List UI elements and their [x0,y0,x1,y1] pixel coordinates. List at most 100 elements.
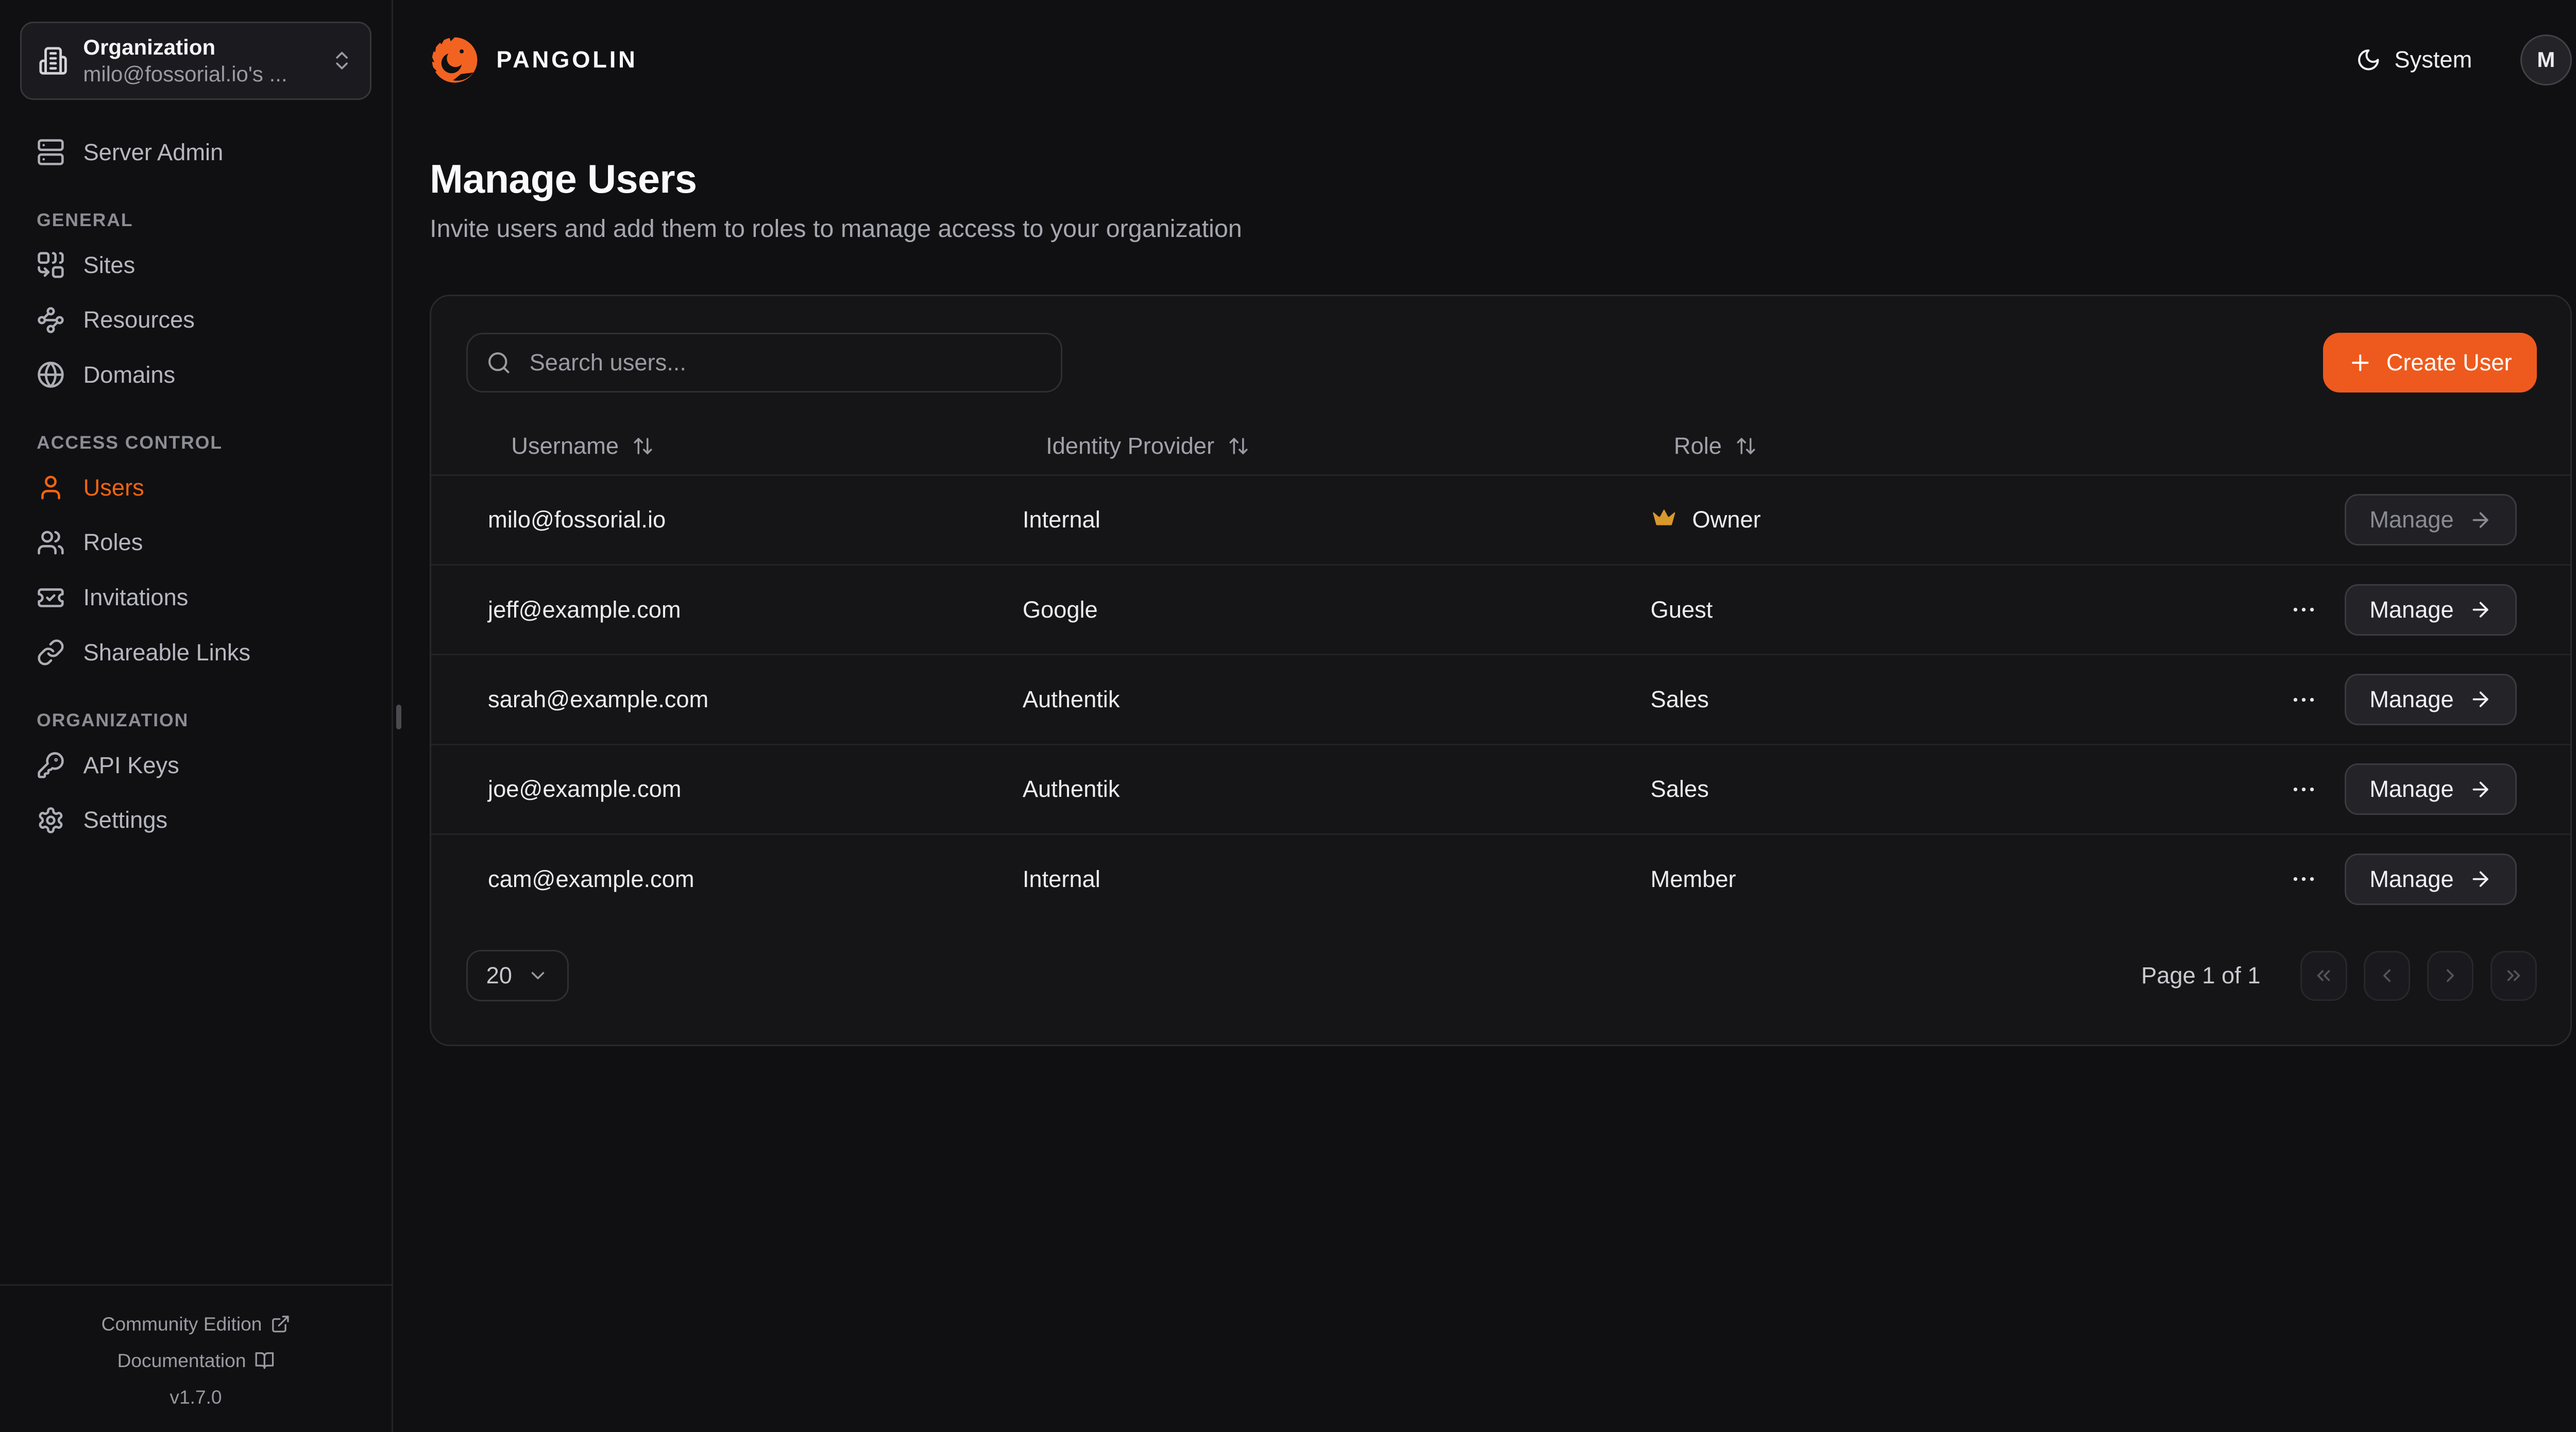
pangolin-logo-icon [430,35,480,85]
cell-role: Guest [1651,565,2150,654]
manage-label: Manage [2369,686,2454,713]
moon-icon [2356,47,2381,72]
link-icon [37,638,65,667]
external-link-icon [270,1314,291,1334]
community-edition-link[interactable]: Community Edition [101,1306,291,1342]
sort-icon [632,435,654,457]
sidebar-nav: Server Admin GENERAL Sites Resources Dom… [20,125,371,847]
avatar[interactable]: M [2520,35,2572,86]
sidebar-item-users[interactable]: Users [20,460,371,515]
arrow-right-icon [2469,688,2492,711]
cell-username: jeff@example.com [431,565,1023,654]
manage-button: Manage [2345,494,2517,545]
page-size-select[interactable]: 20 [466,950,569,1001]
user-icon [37,473,65,502]
previous-page-button[interactable] [2364,951,2411,1001]
cell-username: cam@example.com [431,834,1023,924]
cell-username: milo@fossorial.io [431,475,1023,565]
documentation-link[interactable]: Documentation [117,1342,275,1379]
gear-icon [37,806,65,834]
sidebar-item-label: Roles [83,529,143,556]
waypoints-icon [37,306,65,334]
column-label: Role [1674,433,1722,459]
manage-label: Manage [2369,776,2454,803]
brand[interactable]: PANGOLIN [430,35,638,85]
documentation-label: Documentation [117,1342,246,1379]
main-content: PANGOLIN System M Manage Users Invite us… [393,0,2576,1432]
org-selector[interactable]: Organization milo@fossorial.io's ... [20,22,371,100]
ticket-icon [37,584,65,612]
manage-button[interactable]: Manage [2345,763,2517,815]
sort-identity-provider-header[interactable]: Identity Provider [1046,433,1249,459]
create-user-button[interactable]: Create User [2323,333,2537,393]
topbar-right: System M [2346,35,2572,86]
sidebar-item-invitations[interactable]: Invitations [20,570,371,625]
section-title-access-control: ACCESS CONTROL [20,432,371,453]
sidebar-item-api-keys[interactable]: API Keys [20,738,371,793]
search-box [466,333,1062,393]
search-input[interactable] [526,348,1043,378]
row-menu-button[interactable] [2283,589,2325,630]
first-page-button[interactable] [2300,951,2347,1001]
arrow-right-icon [2469,867,2492,891]
next-page-button[interactable] [2427,951,2474,1001]
page-size-value: 20 [486,962,512,989]
book-open-icon [255,1351,275,1371]
sidebar-resize-handle[interactable] [396,705,401,729]
chevrons-right-icon [2503,965,2524,986]
brand-name: PANGOLIN [496,46,637,73]
pagination-controls: Page 1 of 1 [2141,951,2537,1001]
last-page-button[interactable] [2490,951,2537,1001]
theme-selector-button[interactable]: System [2346,45,2482,75]
role-label: Owner [1692,506,1760,533]
row-menu-button[interactable] [2283,769,2325,810]
ellipsis-icon [2290,775,2318,804]
app-window: Organization milo@fossorial.io's ... Ser… [0,0,2576,1432]
manage-label: Manage [2369,506,2454,533]
page-indicator: Page 1 of 1 [2141,962,2260,989]
column-label: Username [511,433,619,459]
sidebar-item-label: Users [83,474,144,501]
org-selector-label: Organization [83,34,315,61]
table-row: joe@example.com Authentik Sales Manage [431,744,2570,834]
sidebar-item-label: Domains [83,362,176,388]
sort-username-header[interactable]: Username [511,433,654,459]
org-selector-value: milo@fossorial.io's ... [83,61,315,88]
sidebar-item-label: Invitations [83,584,189,611]
table-row: sarah@example.com Authentik Sales Manage [431,655,2570,744]
sidebar-item-sites[interactable]: Sites [20,237,371,293]
arrow-right-icon [2469,508,2492,532]
sort-role-header[interactable]: Role [1674,433,1757,459]
server-icon [37,138,65,166]
org-selector-text: Organization milo@fossorial.io's ... [83,34,315,87]
search-icon [486,350,511,375]
sidebar-item-server-admin[interactable]: Server Admin [20,125,371,180]
sidebar-item-resources[interactable]: Resources [20,293,371,348]
plus-icon [2348,350,2372,375]
building-icon [38,46,68,76]
theme-label: System [2394,46,2472,73]
arrow-right-icon [2469,598,2492,621]
sidebar-item-shareable-links[interactable]: Shareable Links [20,625,371,680]
row-menu-button[interactable] [2283,679,2325,721]
users-card: Create User Username Identity Provider R… [430,295,2572,1047]
cell-username: joe@example.com [431,744,1023,834]
ellipsis-icon [2290,595,2318,624]
column-label: Identity Provider [1046,433,1214,459]
ellipsis-icon [2290,865,2318,893]
cell-role: Sales [1651,744,2150,834]
manage-button[interactable]: Manage [2345,674,2517,725]
page-header: Manage Users Invite users and add them t… [430,157,2572,243]
cell-identity-provider: Internal [1023,475,1651,565]
version-label: v1.7.0 [0,1379,392,1416]
sidebar-item-settings[interactable]: Settings [20,793,371,848]
cell-identity-provider: Internal [1023,834,1651,924]
sidebar-item-domains[interactable]: Domains [20,348,371,403]
manage-button[interactable]: Manage [2345,584,2517,636]
section-title-organization: ORGANIZATION [20,710,371,731]
manage-button[interactable]: Manage [2345,854,2517,905]
avatar-initial: M [2537,47,2555,72]
sidebar-item-roles[interactable]: Roles [20,515,371,570]
sidebar-item-label: Settings [83,807,168,833]
row-menu-button[interactable] [2283,858,2325,900]
